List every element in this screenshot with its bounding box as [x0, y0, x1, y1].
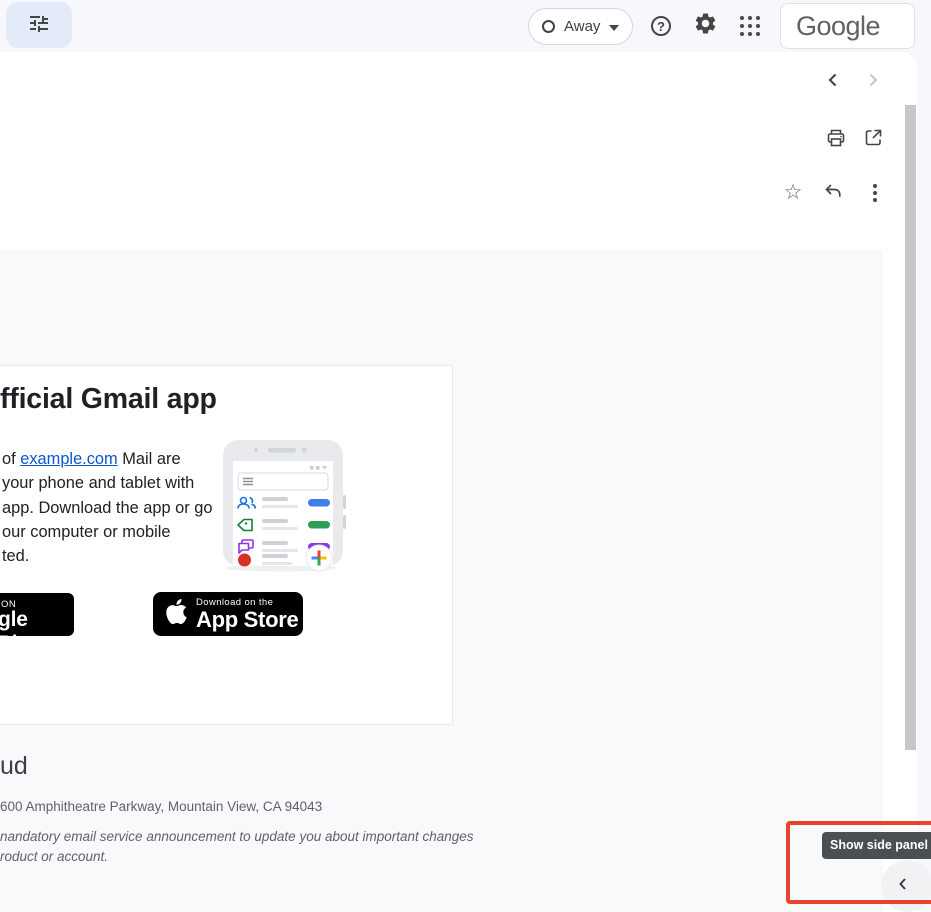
email-disclaimer-line: roduct or account.	[0, 849, 108, 864]
email-content-card: fficial Gmail app of example.com Mail ar…	[0, 365, 453, 725]
scrollbar-thumb[interactable]	[905, 105, 916, 750]
chevron-left-icon	[896, 877, 910, 896]
reply-button[interactable]	[821, 181, 845, 205]
tune-icon	[27, 11, 51, 40]
apple-icon	[164, 599, 189, 629]
paragraph-line: ted.	[2, 544, 213, 568]
apps-button[interactable]	[736, 12, 764, 40]
settings-gear-icon	[693, 11, 718, 41]
show-side-panel-button[interactable]	[881, 860, 931, 912]
star-button[interactable]: ☆	[781, 180, 805, 204]
open-in-new-button[interactable]	[861, 128, 885, 152]
app-store-badge-bottom-text: App Store	[196, 608, 298, 632]
status-chip[interactable]: Away	[528, 8, 633, 45]
more-vert-icon	[873, 184, 877, 202]
gmail-page: Away ? Google	[0, 0, 931, 912]
google-logo: Google	[796, 11, 880, 42]
app-store-badge[interactable]: Download on the App Store	[153, 592, 303, 636]
status-label: Away	[564, 18, 600, 35]
google-play-badge[interactable]: ON gle Play	[0, 593, 74, 636]
paragraph-line: your phone and tablet with	[2, 471, 213, 495]
status-circle-icon	[542, 20, 555, 33]
apps-grid-icon	[740, 16, 761, 37]
show-side-panel-tooltip: Show side panel	[822, 832, 931, 859]
paragraph-line: app. Download the app or go	[2, 496, 213, 520]
print-button[interactable]	[824, 128, 848, 152]
search-options-button[interactable]	[6, 2, 72, 48]
email-address-line: 600 Amphitheatre Parkway, Mountain View,…	[0, 799, 322, 814]
phone-illustration	[218, 439, 348, 573]
more-options-button[interactable]	[863, 181, 887, 205]
help-icon: ?	[651, 16, 671, 36]
email-disclaimer-line: nandatory email service announcement to …	[0, 829, 474, 844]
chevron-right-icon	[864, 71, 882, 94]
example-link[interactable]: example.com	[20, 450, 117, 468]
print-icon	[825, 127, 847, 154]
star-icon: ☆	[784, 182, 803, 203]
older-email-button[interactable]	[861, 70, 885, 94]
newer-email-button[interactable]	[821, 70, 845, 94]
settings-button[interactable]	[691, 12, 719, 40]
google-logo-card[interactable]: Google	[780, 3, 915, 49]
email-body: fficial Gmail app of example.com Mail ar…	[0, 250, 883, 912]
paragraph-line: our computer or mobile	[2, 520, 213, 544]
topbar: Away ? Google	[0, 0, 931, 52]
app-store-badge-top-text: Download on the	[196, 597, 298, 608]
email-heading: fficial Gmail app	[0, 383, 217, 416]
email-paragraph: of example.com Mail are your phone and t…	[2, 447, 213, 568]
help-button[interactable]: ?	[647, 12, 675, 40]
google-play-badge-bottom-text: gle Play	[0, 608, 74, 656]
email-signature: ud	[0, 752, 28, 781]
chevron-left-icon	[824, 71, 842, 94]
paragraph-line: of example.com Mail are	[2, 447, 213, 471]
reply-icon	[823, 181, 843, 205]
open-in-new-icon	[863, 127, 884, 153]
chevron-down-icon	[609, 25, 619, 31]
